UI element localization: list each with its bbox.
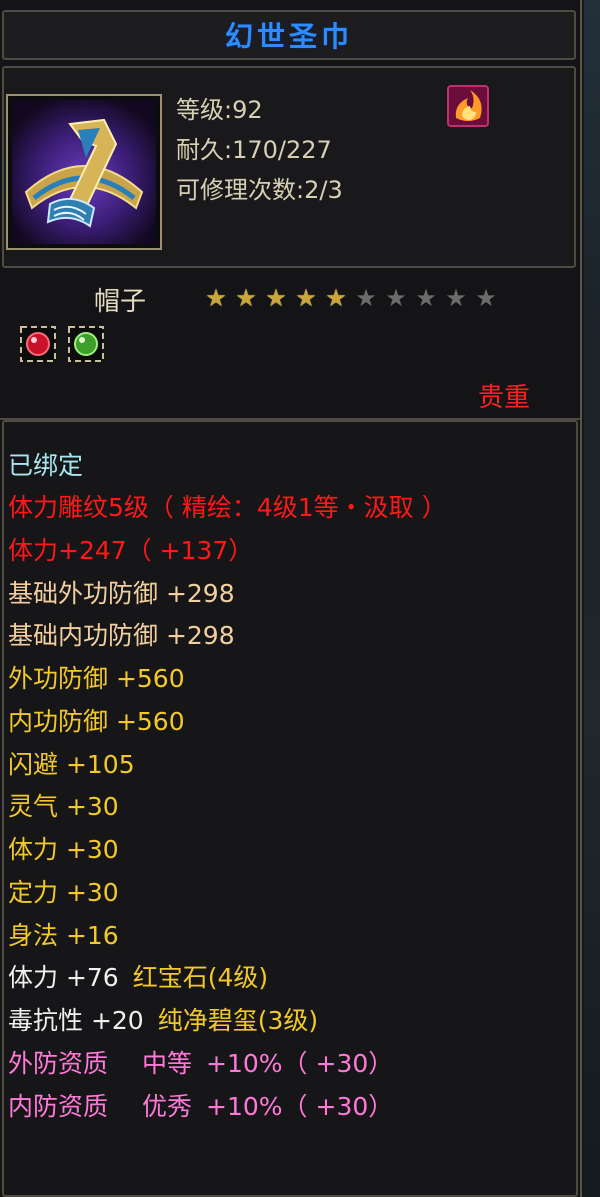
bound-status: 已绑定	[8, 451, 84, 480]
star-filled-icon: ★	[205, 284, 227, 312]
green-gem-icon	[68, 326, 104, 362]
flame-badge-icon	[446, 84, 490, 128]
quality-line: 内防资质 优秀 +10%（ +30）	[8, 1092, 393, 1122]
quality-label: 外防资质	[8, 1049, 109, 1078]
rarity-label: 贵重	[478, 383, 531, 413]
durability-stat: 耐久:170/227	[176, 136, 332, 164]
quality-grade: 优秀	[142, 1092, 193, 1121]
stat-line: 内功防御 +560	[8, 707, 185, 736]
stat-line: 基础外功防御 +298	[8, 579, 235, 608]
quality-value: +10%（ +30）	[206, 1049, 394, 1078]
gem-stat-line: 体力 +76 红宝石(4级)	[8, 963, 268, 993]
star-empty-icon: ★	[445, 284, 467, 312]
engrave-line: 体力雕纹5级（ 精绘：4级1等・汲取 ）	[8, 493, 447, 522]
star-filled-icon: ★	[325, 284, 347, 312]
quality-grade: 中等	[142, 1049, 193, 1078]
gem-name: 纯净碧玺(3级)	[157, 1006, 319, 1035]
star-empty-icon: ★	[475, 284, 497, 312]
item-type: 帽子	[94, 287, 147, 317]
quality-line: 外防资质 中等 +10%（ +30）	[8, 1049, 393, 1079]
star-filled-icon: ★	[295, 284, 317, 312]
repair-stat: 可修理次数:2/3	[176, 176, 343, 204]
star-empty-icon: ★	[385, 284, 407, 312]
star-empty-icon: ★	[355, 284, 377, 312]
repair-label: 可修理次数	[176, 176, 296, 204]
star-filled-icon: ★	[235, 284, 257, 312]
stat-line: 身法 +16	[8, 921, 119, 950]
item-name: 幻世圣巾	[224, 20, 353, 53]
stat-line: 外功防御 +560	[8, 664, 185, 693]
stat-line: 定力 +30	[8, 878, 119, 907]
gem-stat-value: 毒抗性 +20	[8, 1006, 144, 1035]
quality-label: 内防资质	[8, 1092, 109, 1121]
level-stat: 等级:92	[176, 96, 263, 124]
gem-stat-value: 体力 +76	[8, 963, 119, 992]
repair-value: 2/3	[304, 176, 343, 204]
level-value: 92	[232, 96, 263, 124]
item-tooltip-panel: 幻世圣巾 等级:92 耐久:170/227 可修理次数:2/3 帽子 ★ ★ ★ ★ ★…	[0, 0, 582, 1197]
title-bar: 幻世圣巾	[2, 10, 576, 60]
gem-stat-line: 毒抗性 +20 纯净碧玺(3级)	[8, 1006, 318, 1036]
gem-name: 红宝石(4级)	[132, 963, 269, 992]
durability-label: 耐久	[176, 136, 224, 164]
headband-icon	[12, 100, 156, 244]
quality-value: +10%（ +30）	[206, 1092, 394, 1121]
level-label: 等级	[176, 96, 224, 124]
star-filled-icon: ★	[265, 284, 287, 312]
stat-line: 闪避 +105	[8, 750, 135, 779]
red-gem-icon	[20, 326, 56, 362]
star-rating: ★ ★ ★ ★ ★ ★ ★ ★ ★ ★	[202, 286, 500, 310]
stat-line: 体力 +30	[8, 835, 119, 864]
stat-line: 灵气 +30	[8, 792, 119, 821]
durability-value: 170/227	[232, 136, 332, 164]
stat-line: 基础内功防御 +298	[8, 621, 235, 650]
stat-line: 体力+247（ +137）	[8, 536, 254, 565]
star-empty-icon: ★	[415, 284, 437, 312]
background-edge	[584, 0, 600, 1197]
